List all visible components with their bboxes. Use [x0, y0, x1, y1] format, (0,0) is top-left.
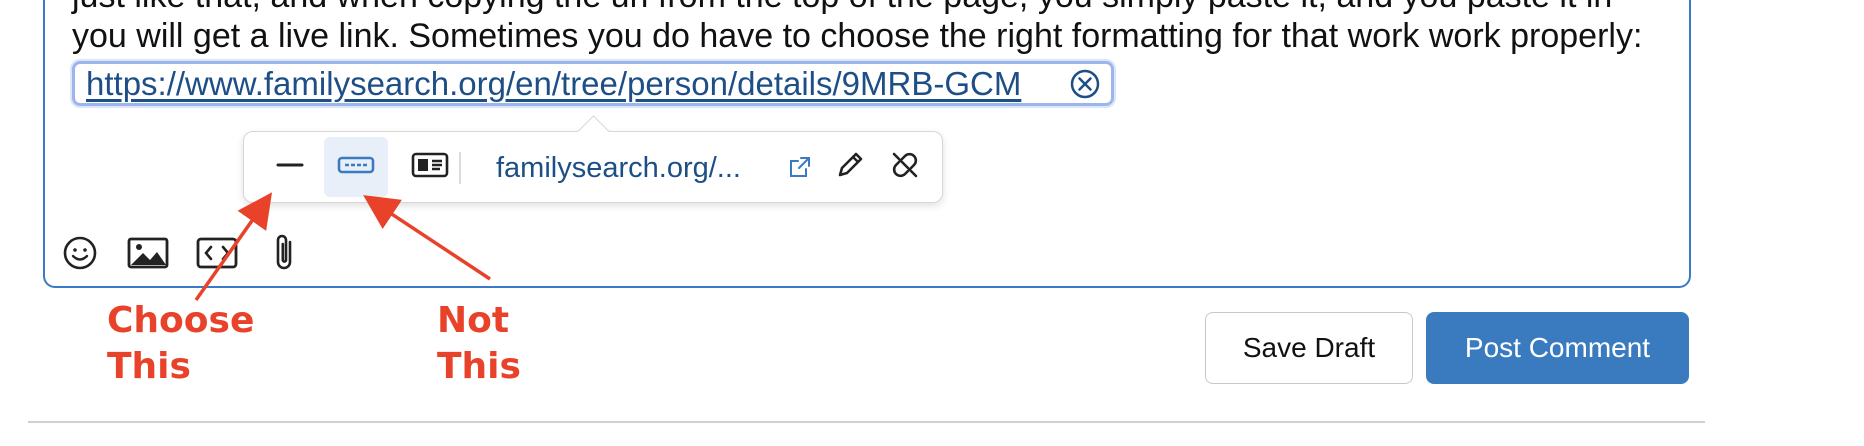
- unlink-icon: [889, 149, 921, 186]
- code-icon[interactable]: [194, 230, 240, 276]
- attachment-icon[interactable]: [262, 230, 308, 276]
- block-card-button[interactable]: [398, 137, 462, 197]
- editor-text-partial-line: just like that, and when copying the url…: [72, 0, 1672, 16]
- plain-text-icon: [275, 150, 305, 185]
- toolbar-separator: [459, 152, 461, 184]
- block-card-icon: [411, 151, 449, 184]
- link-url-preview: familysearch.org/...: [496, 152, 741, 184]
- external-link-icon[interactable]: [780, 137, 820, 197]
- save-draft-button[interactable]: Save Draft: [1205, 312, 1413, 384]
- inline-card-icon: [337, 153, 375, 182]
- annotation-not: Not This: [437, 300, 521, 387]
- inline-card-button[interactable]: [324, 137, 388, 197]
- annotation-choose: Choose This: [107, 300, 255, 387]
- plain-text-link-button[interactable]: [258, 137, 322, 197]
- section-divider: [28, 421, 1705, 423]
- inserted-link[interactable]: https://www.familysearch.org/en/tree/per…: [86, 64, 1021, 104]
- edit-pencil-icon: [834, 149, 866, 186]
- editor-text-line: you will get a live link. Sometimes you …: [72, 17, 1643, 55]
- emoji-icon[interactable]: [57, 230, 103, 276]
- remove-link-icon[interactable]: [1069, 68, 1101, 100]
- post-comment-button[interactable]: Post Comment: [1426, 312, 1689, 384]
- unlink-button[interactable]: [873, 137, 937, 197]
- image-icon[interactable]: [125, 230, 171, 276]
